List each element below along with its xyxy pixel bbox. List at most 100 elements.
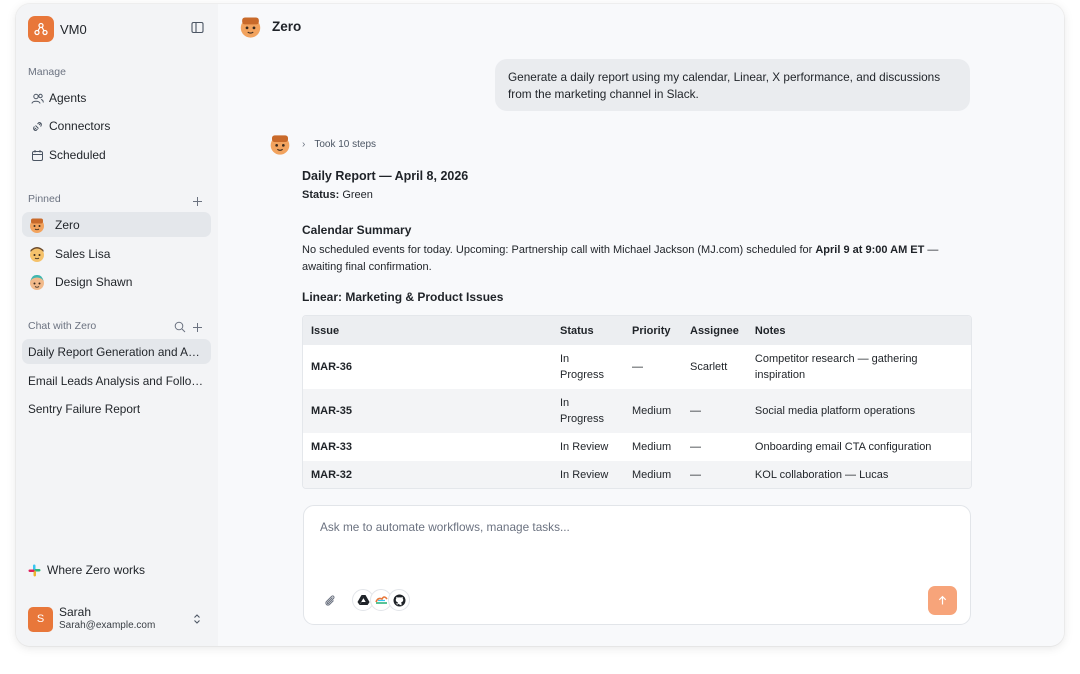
pinned-section-title: Pinned — [28, 193, 61, 205]
report-title: Daily Report — April 8, 2026 — [302, 169, 469, 183]
calendar-icon — [30, 148, 44, 162]
issue-priority: Medium — [624, 433, 682, 461]
pinned-item-label: Sales Lisa — [55, 246, 111, 261]
issue-id: MAR-33 — [303, 433, 552, 461]
chat-item[interactable]: Email Leads Analysis and Follow-up — [22, 368, 211, 393]
chat-item[interactable]: Daily Report Generation and Analysis — [22, 339, 211, 364]
agent-header: Zero — [238, 14, 301, 39]
slack-icon — [28, 564, 41, 577]
workspace-switcher[interactable]: VM0 — [28, 16, 87, 42]
table-header-row: Issue Status Priority Assignee Notes — [303, 316, 971, 345]
issue-priority: Medium — [624, 461, 682, 488]
chat-section-title: Chat with Zero — [28, 320, 97, 332]
report-status: Status: Green — [302, 189, 373, 201]
calendar-text: No scheduled events for today. Upcoming:… — [302, 244, 816, 256]
issue-notes: Onboarding email CTA configuration — [746, 433, 971, 461]
sidebar-toggle-icon[interactable] — [191, 21, 205, 35]
table-row: MAR-33 In Review Medium — Onboarding ema… — [303, 433, 971, 461]
chevron-up-down-icon — [192, 612, 202, 630]
connectors-icon — [30, 119, 44, 133]
agents-icon — [30, 91, 44, 105]
app-window: VM0 Manage Agents Connectors Scheduled P… — [16, 4, 1064, 646]
calendar-heading: Calendar Summary — [302, 223, 412, 237]
chat-item[interactable]: Sentry Failure Report — [22, 396, 211, 421]
new-chat-icon[interactable] — [192, 320, 204, 332]
issue-assignee: — — [682, 433, 747, 461]
table-row: MAR-35 In Progress Medium — Social media… — [303, 389, 971, 433]
status-label: Status: — [302, 189, 340, 201]
user-message-bubble: Generate a daily report using my calenda… — [495, 59, 970, 111]
paperclip-icon[interactable] — [322, 593, 338, 609]
sidebar-item-label: Scheduled — [49, 148, 106, 162]
chevron-right-icon: › — [302, 138, 306, 150]
issue-priority: — — [624, 345, 682, 389]
zero-avatar — [238, 14, 263, 39]
message-input[interactable] — [320, 520, 920, 534]
column-header: Status — [552, 316, 624, 345]
sidebar-item-label: Connectors — [49, 119, 111, 133]
integrations-group[interactable] — [352, 589, 410, 611]
sidebar: VM0 Manage Agents Connectors Scheduled P… — [16, 4, 218, 646]
steps-label: Took 10 steps — [314, 138, 377, 150]
issue-priority: Medium — [624, 389, 682, 433]
pinned-item-design-shawn[interactable]: Design Shawn — [22, 269, 211, 294]
issue-assignee: — — [682, 461, 747, 488]
user-avatar: S — [28, 606, 53, 632]
where-zero-works-label: Where Zero works — [47, 563, 146, 577]
design-shawn-avatar — [28, 273, 46, 291]
column-header: Notes — [746, 316, 971, 345]
calendar-date: April 9 at 9:00 AM ET — [815, 244, 925, 256]
issue-status: In Review — [552, 461, 624, 488]
sales-lisa-avatar — [28, 245, 46, 263]
send-button[interactable] — [928, 586, 957, 615]
chat-item-label: Daily Report Generation and Analysis — [28, 344, 206, 359]
arrow-up-icon — [937, 595, 948, 606]
assistant-steps-row: › Took 10 steps — [268, 132, 376, 156]
user-email: Sarah@example.com — [59, 620, 156, 631]
calendar-text: — — [924, 244, 939, 256]
issue-id: MAR-36 — [303, 345, 552, 389]
main-panel: Zero Generate a daily report using my ca… — [218, 4, 1064, 646]
issue-status: In Progress — [552, 389, 624, 433]
workspace-logo-icon — [28, 16, 54, 42]
linear-heading: Linear: Marketing & Product Issues — [302, 290, 504, 304]
issue-status: In Progress — [552, 345, 624, 389]
user-menu[interactable]: S Sarah Sarah@example.com — [28, 604, 210, 634]
chat-item-label: Sentry Failure Report — [28, 401, 141, 416]
calendar-text: awaiting final confirmation. — [302, 261, 432, 273]
message-composer — [303, 505, 971, 625]
pinned-item-sales-lisa[interactable]: Sales Lisa — [22, 241, 211, 266]
pinned-item-label: Zero — [55, 217, 80, 232]
issues-table: Issue Status Priority Assignee Notes MAR… — [302, 315, 972, 489]
github-icon — [388, 589, 410, 611]
issue-status: In Review — [552, 433, 624, 461]
issue-assignee: Scarlett — [682, 345, 747, 389]
pinned-item-zero[interactable]: Zero — [22, 212, 211, 237]
column-header: Priority — [624, 316, 682, 345]
zero-avatar — [268, 132, 292, 156]
zero-avatar — [28, 216, 46, 234]
add-pinned-icon[interactable] — [192, 194, 204, 206]
status-value: Green — [339, 189, 373, 201]
sidebar-item-scheduled[interactable]: Scheduled — [24, 143, 210, 167]
issue-assignee: — — [682, 389, 747, 433]
workspace-name: VM0 — [60, 21, 87, 37]
column-header: Issue — [303, 316, 552, 345]
user-name: Sarah — [59, 605, 92, 619]
agent-name: Zero — [272, 19, 302, 34]
pinned-item-label: Design Shawn — [55, 274, 133, 289]
sidebar-item-connectors[interactable]: Connectors — [24, 114, 210, 138]
issue-id: MAR-32 — [303, 461, 552, 488]
sidebar-item-agents[interactable]: Agents — [24, 86, 210, 110]
sidebar-item-label: Agents — [49, 91, 87, 105]
chat-item-label: Email Leads Analysis and Follow-up — [28, 373, 206, 388]
search-chats-icon[interactable] — [174, 320, 186, 333]
issue-id: MAR-35 — [303, 389, 552, 433]
where-zero-works-link[interactable]: Where Zero works — [28, 563, 145, 577]
column-header: Assignee — [682, 316, 747, 345]
table-row: MAR-36 In Progress — Scarlett Competitor… — [303, 345, 971, 389]
steps-toggle[interactable]: › Took 10 steps — [302, 139, 376, 150]
table-row: MAR-32 In Review Medium — KOL collaborat… — [303, 461, 971, 488]
issue-notes: Competitor research — gathering inspirat… — [746, 345, 971, 389]
calendar-summary: No scheduled events for today. Upcoming:… — [302, 242, 942, 276]
